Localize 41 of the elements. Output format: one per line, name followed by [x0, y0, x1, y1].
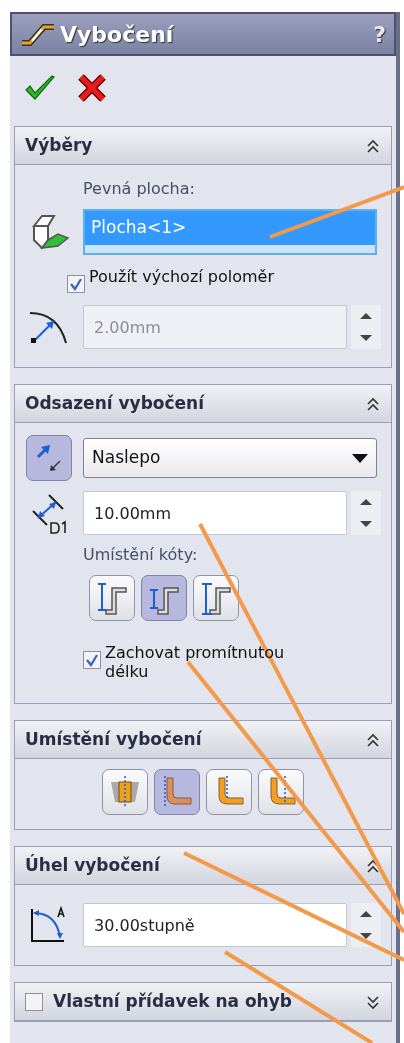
collapse-icon[interactable]: [365, 137, 381, 154]
checkbox[interactable]: [25, 992, 43, 1011]
checkbox-label: Použít výchozí poloměr: [89, 267, 274, 287]
option-button[interactable]: [206, 769, 252, 816]
field-label: Pevná plocha:: [83, 178, 195, 200]
spin-buttons[interactable]: [351, 903, 381, 948]
input-field[interactable]: 10.00mm: [83, 491, 347, 535]
option-button[interactable]: [102, 769, 148, 816]
caret-icon: [352, 453, 368, 463]
checkbox[interactable]: [67, 275, 85, 293]
close-icon[interactable]: [78, 74, 106, 102]
checkbox[interactable]: [83, 651, 101, 669]
group-header[interactable]: Vlastní přídavek na ohyb: [15, 983, 391, 1022]
window-title: Vybočení: [60, 20, 175, 49]
flip-direction-button[interactable]: [26, 435, 72, 481]
option-button[interactable]: [258, 769, 304, 816]
spin-buttons[interactable]: [351, 491, 381, 535]
ok-icon[interactable]: [24, 74, 56, 102]
group-header[interactable]: Odsazení vybočení: [15, 385, 391, 423]
flip-arrows-icon: [34, 443, 64, 473]
group-title: Umístění vybočení: [25, 728, 203, 752]
group-header[interactable]: Výběry: [15, 127, 391, 165]
group-title: Vlastní přídavek na ohyb: [53, 990, 293, 1014]
collapse-icon[interactable]: [365, 731, 381, 748]
option-button[interactable]: [89, 575, 135, 621]
bent-strip-icon: [20, 21, 56, 47]
input-field[interactable]: 30.00stupně: [83, 903, 347, 948]
collapse-icon[interactable]: [365, 395, 381, 412]
field-label: Umístění kóty:: [83, 544, 198, 566]
group-header[interactable]: Umístění vybočení: [15, 721, 391, 760]
group-title: Odsazení vybočení: [25, 391, 206, 415]
option-button[interactable]: [193, 575, 239, 621]
group-title: Výběry: [25, 133, 94, 157]
spin-buttons[interactable]: [351, 305, 381, 349]
dropdown[interactable]: Naslepo: [83, 438, 377, 478]
group-header[interactable]: Úhel vybočení: [15, 847, 391, 886]
collapse-icon[interactable]: [365, 857, 381, 874]
expand-icon[interactable]: [365, 993, 381, 1010]
option-button[interactable]: [141, 575, 187, 621]
group-title: Úhel vybočení: [25, 853, 162, 878]
option-button[interactable]: [154, 769, 200, 816]
